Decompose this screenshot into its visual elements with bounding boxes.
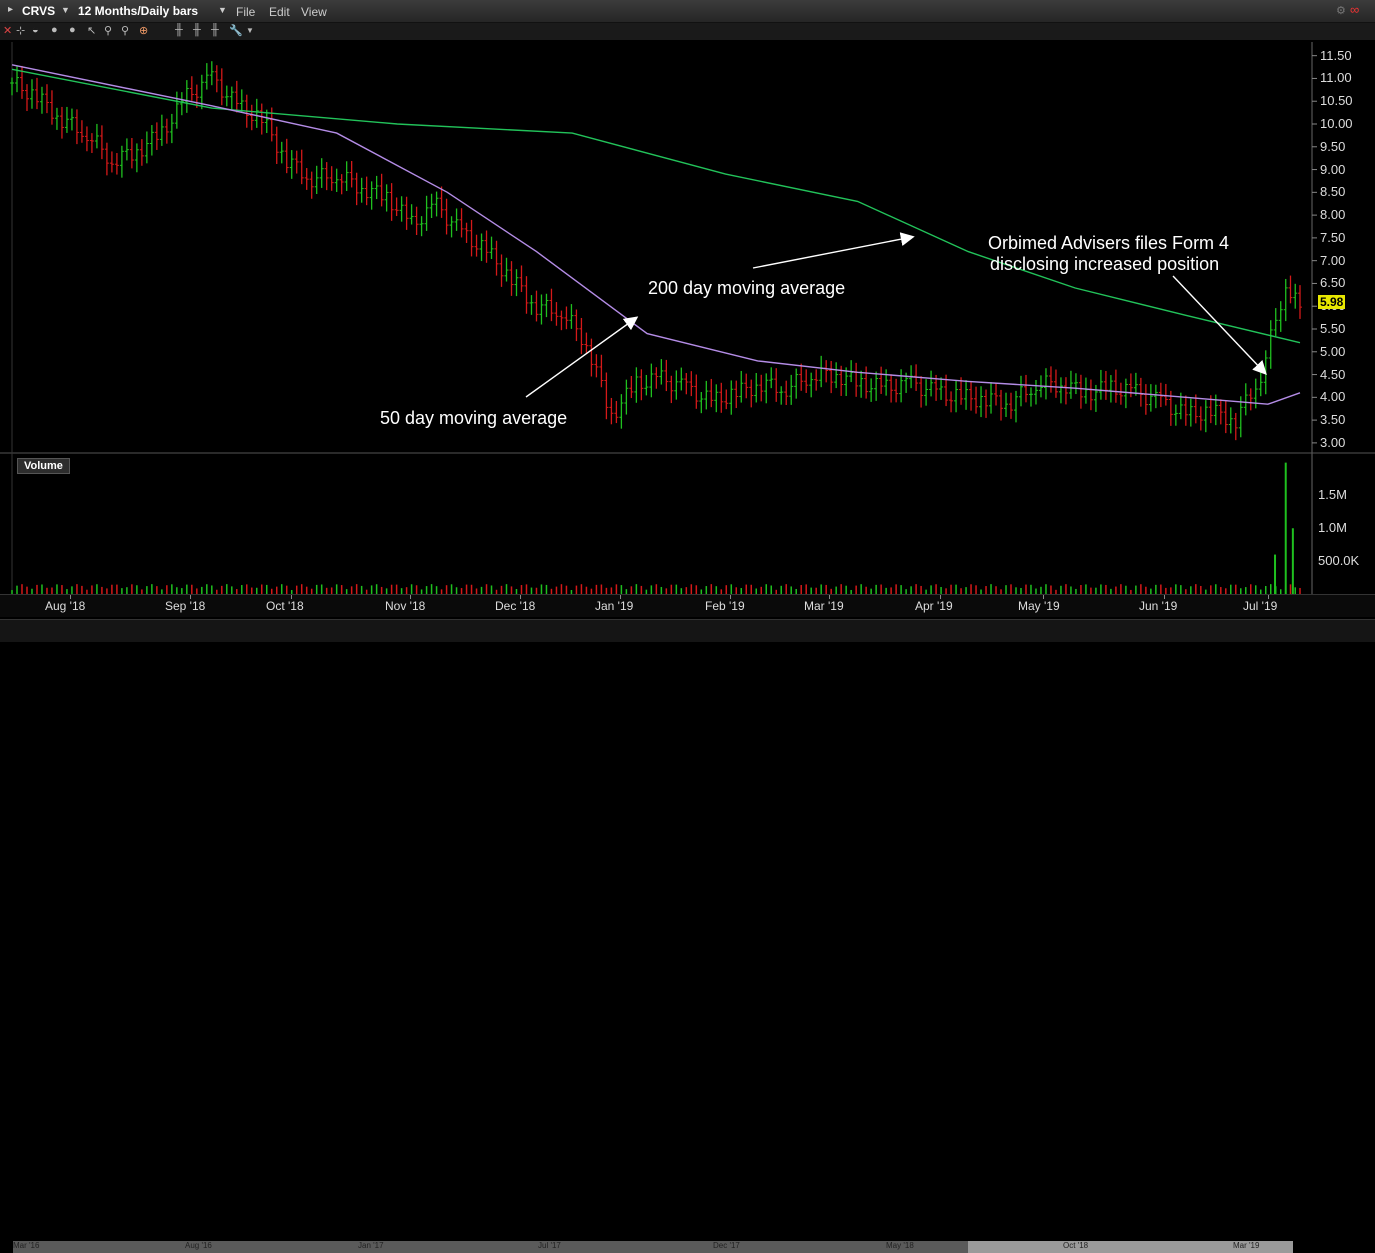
- date-tick-label: Jan '19: [595, 599, 634, 613]
- date-axis: Aug '18 Sep '18 Oct '18 Nov '18 Dec '18 Jan '…: [0, 594, 1375, 617]
- nav-date-label: Dec '17: [713, 1241, 740, 1250]
- price-tick-label: 5.00: [1320, 343, 1346, 359]
- last-price-badge: 5.98: [1318, 295, 1346, 309]
- nav-date-label: May '18: [886, 1241, 914, 1250]
- date-tick: [190, 595, 191, 599]
- date-tick: [520, 595, 521, 599]
- nav-date-label: Mar '19: [1233, 1241, 1260, 1250]
- date-tick-label: Sep '18: [165, 599, 206, 613]
- orbimed-arrow: [1172, 275, 1267, 376]
- price-tick-label: 8.50: [1320, 184, 1346, 200]
- price-tick-label: 9.00: [1320, 161, 1346, 177]
- price-tick-label: 10.00: [1320, 116, 1353, 131]
- price-chart[interactable]: [0, 0, 1375, 641]
- date-tick: [410, 595, 411, 599]
- date-tick: [291, 595, 292, 599]
- date-tick: [940, 595, 941, 599]
- price-tick-label: 7.50: [1320, 229, 1346, 245]
- date-tick-label: May '19: [1018, 599, 1060, 613]
- nav-date-label: Jul '17: [538, 1241, 561, 1250]
- nav-date-label: Jan '17: [358, 1241, 384, 1250]
- volume-tick-label: 500.0K: [1318, 553, 1360, 569]
- price-tick-label: 3.00: [1320, 434, 1346, 450]
- date-tick-label: Apr '19: [915, 599, 953, 613]
- price-tick-label: 4.50: [1320, 366, 1346, 382]
- date-tick-label: Dec '18: [495, 599, 536, 613]
- date-tick: [70, 595, 71, 599]
- ma200-annotation: 200 day moving average: [648, 278, 846, 298]
- date-tick: [1043, 595, 1044, 599]
- date-tick-label: Aug '18: [45, 599, 86, 613]
- orbimed-annotation-line2: disclosing increased position: [990, 254, 1220, 274]
- nav-date-label: Aug '16: [185, 1241, 212, 1250]
- date-tick: [730, 595, 731, 599]
- date-tick-label: Feb '19: [705, 599, 745, 613]
- date-tick-label: Jun '19: [1139, 599, 1178, 613]
- date-tick: [829, 595, 830, 599]
- price-tick-label: 8.00: [1320, 207, 1346, 223]
- price-tick-label: 4.00: [1320, 389, 1346, 405]
- volume-tick-label: 1.0M: [1318, 520, 1347, 536]
- nav-date-label: Mar '16: [13, 1241, 40, 1250]
- orbimed-annotation-line1: Orbimed Advisers files Form 4: [988, 233, 1230, 253]
- price-tick-label: 5.50: [1320, 321, 1346, 336]
- date-tick-label: Jul '19: [1243, 599, 1278, 613]
- date-tick: [1164, 595, 1165, 599]
- date-tick-label: Mar '19: [804, 599, 844, 613]
- navigation-scrollbar[interactable]: Mar '16 Aug '16 Jan '17 Jul '17 Dec '17 May '…: [13, 1241, 1293, 1253]
- date-tick: [1268, 595, 1269, 599]
- price-tick-label: 11.50: [1320, 47, 1352, 63]
- date-tick: [620, 595, 621, 599]
- price-tick-label: 9.50: [1320, 138, 1346, 154]
- date-tick-label: Nov '18: [385, 599, 426, 613]
- ma200-arrow: [752, 232, 915, 269]
- price-tick-label: 7.00: [1320, 252, 1346, 268]
- ma50-annotation: 50 day moving average: [380, 408, 568, 428]
- nav-date-label: Oct '18: [1063, 1241, 1089, 1250]
- status-bar: Mar '16 Aug '16 Jan '17 Jul '17 Dec '17 May '…: [0, 619, 1375, 1253]
- date-tick-label: Oct '18: [266, 599, 304, 613]
- price-tick-label: 3.50: [1320, 412, 1346, 428]
- price-tick-label: 10.50: [1320, 93, 1353, 109]
- volume-pane-title: Volume: [17, 458, 70, 474]
- volume-tick-label: 1.5M: [1318, 487, 1347, 503]
- ma200-line: [11, 68, 1301, 344]
- price-tick-label: 11.00: [1320, 70, 1352, 86]
- price-tick-label: 6.50: [1320, 275, 1346, 291]
